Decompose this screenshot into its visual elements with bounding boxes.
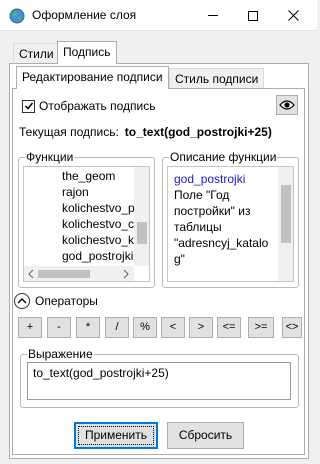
- description-line: g": [174, 252, 185, 266]
- operator-greater-button[interactable]: >: [189, 317, 213, 338]
- window-title: Оформление слоя: [32, 8, 137, 22]
- focus-ring: [78, 426, 154, 445]
- preview-button[interactable]: [276, 95, 298, 115]
- description-scrollbar[interactable]: [278, 167, 293, 281]
- minimize-icon: [208, 15, 218, 16]
- scroll-right-icon: [123, 270, 129, 278]
- eye-icon: [279, 100, 295, 110]
- current-label-caption: Текущая подпись:: [19, 125, 119, 139]
- list-item[interactable]: kolichestvo_p: [24, 200, 134, 216]
- list-item[interactable]: kolichestvo_kv: [24, 232, 134, 248]
- list-item[interactable]: the_geom: [24, 168, 134, 184]
- function-description-title: Описание функции: [169, 150, 278, 164]
- expression-title: Выражение: [27, 347, 94, 361]
- operator-divide-button[interactable]: /: [105, 317, 129, 338]
- current-label-value: to_text(god_postrojki+25): [124, 125, 272, 139]
- title-bar: Оформление слоя: [0, 0, 317, 31]
- operators-toggle[interactable]: Операторы: [14, 293, 98, 309]
- maximize-icon: [248, 10, 258, 21]
- operator-multiply-button[interactable]: *: [76, 317, 100, 338]
- close-icon: [287, 10, 299, 21]
- function-description-box: god_postrojki Поле "Год постройки" из та…: [167, 166, 294, 282]
- description-line: "adresncyj_katalo: [174, 236, 269, 250]
- functions-vertical-scrollbar[interactable]: [134, 167, 149, 266]
- operator-less-equal-button[interactable]: <=: [217, 317, 241, 338]
- collapse-icon[interactable]: [14, 293, 30, 309]
- tab-label[interactable]: Подпись: [57, 41, 117, 64]
- functions-title: Функции: [25, 150, 75, 164]
- expression-field[interactable]: to_text(god_postrojki+25): [27, 362, 291, 400]
- operators-title: Операторы: [35, 294, 98, 308]
- minimize-button[interactable]: [193, 0, 233, 31]
- subtab-label-style[interactable]: Стиль подписи: [169, 68, 265, 90]
- checkmark-icon: [24, 102, 33, 110]
- current-label-row: Текущая подпись: to_text(god_postrojki+25…: [19, 125, 272, 139]
- functions-list[interactable]: the_geom rajon kolichestvo_p kolichestvo…: [23, 166, 150, 282]
- scroll-thumb[interactable]: [137, 222, 147, 244]
- show-label-checkbox[interactable]: [22, 99, 35, 113]
- description-line: Поле "Год: [174, 188, 230, 202]
- globe-app-icon: [9, 8, 25, 24]
- function-description-text: god_postrojki Поле "Год постройки" из та…: [174, 171, 272, 267]
- operator-greater-equal-button[interactable]: >=: [248, 317, 274, 338]
- operator-minus-button[interactable]: -: [47, 317, 71, 338]
- description-line: постройки" из: [174, 204, 251, 218]
- list-item[interactable]: rajon: [24, 184, 134, 200]
- list-item[interactable]: god_postrojki: [24, 248, 134, 264]
- scroll-left-icon: [28, 270, 34, 278]
- maximize-button[interactable]: [233, 0, 273, 31]
- show-label-checkbox-row[interactable]: Отображать подпись: [22, 99, 155, 113]
- show-label-text: Отображать подпись: [39, 99, 156, 113]
- operator-less-button[interactable]: <: [161, 317, 185, 338]
- subtab-edit-label[interactable]: Редактирование подписи: [16, 66, 169, 89]
- operator-not-equal-button[interactable]: <>: [282, 317, 302, 338]
- scroll-thumb[interactable]: [281, 185, 291, 243]
- operator-plus-button[interactable]: +: [18, 317, 42, 338]
- functions-horizontal-scrollbar[interactable]: [24, 266, 134, 281]
- close-button[interactable]: [273, 0, 313, 31]
- operator-modulo-button[interactable]: %: [133, 317, 157, 338]
- scroll-thumb[interactable]: [38, 270, 90, 278]
- apply-button[interactable]: Применить: [74, 422, 158, 449]
- list-item[interactable]: kolichestvo_ce: [24, 216, 134, 232]
- description-line: таблицы: [174, 220, 222, 234]
- function-name: god_postrojki: [174, 172, 246, 186]
- tab-styles[interactable]: Стили: [13, 43, 60, 65]
- reset-button[interactable]: Сбросить: [167, 422, 244, 449]
